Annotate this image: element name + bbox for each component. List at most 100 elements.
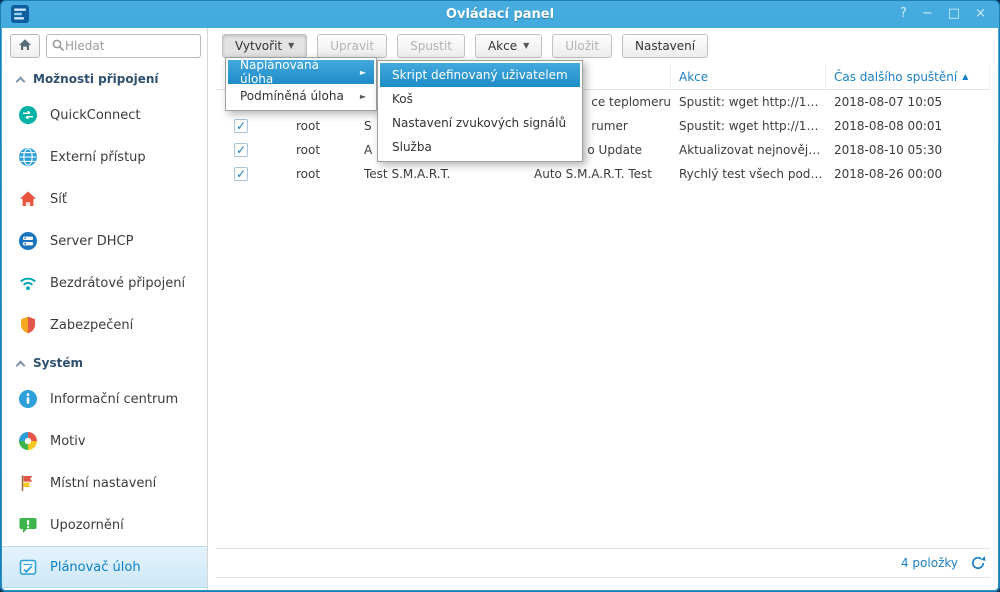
menu-item-naplanovana-uloha[interactable]: Naplánovaná úloha► — [228, 60, 374, 84]
sidebar-section-system[interactable]: Systém — [2, 348, 207, 378]
column-label: Čas dalšího spuštění — [834, 70, 957, 84]
theme-icon — [17, 430, 39, 452]
menu-item-label: Naplánovaná úloha — [240, 58, 350, 86]
button-label: Akce — [488, 39, 517, 53]
menu-item-podminena-uloha[interactable]: Podmíněná úloha► — [228, 84, 374, 108]
sidebar-item-server-dhcp[interactable]: Server DHCP — [2, 220, 207, 262]
control-panel-window: Ovládací panel ?−□ × Možnosti připojení Qu… — [0, 0, 1000, 592]
toolbar-button-vytvorit[interactable]: Vytvořit▼ — [222, 34, 307, 58]
search-box[interactable] — [46, 34, 201, 58]
action-cell: Rychlý test všech podpor... — [671, 162, 826, 186]
network-icon — [17, 188, 39, 210]
quickconnect-icon — [17, 104, 39, 126]
toolbar-button-spustit[interactable]: Spustit — [397, 34, 465, 58]
owner-cell: root — [266, 138, 356, 162]
owner-cell: root — [266, 162, 356, 186]
maximize-button[interactable]: □ — [948, 0, 960, 28]
chevron-up-icon — [16, 76, 26, 86]
sidebar-item-upozorneni[interactable]: Upozornění — [2, 504, 207, 546]
sidebar-item-label: Informační centrum — [50, 392, 178, 407]
search-input[interactable] — [65, 39, 196, 53]
refresh-button[interactable] — [970, 555, 986, 571]
main-panel: Vytvořit▼ Upravit Spustit Akce ▼ Uložit Nastav… — [208, 28, 998, 590]
task-scheduler-icon — [17, 556, 39, 578]
enabled-checkbox[interactable]: ✓ — [234, 119, 248, 133]
sidebar-item-bezdratove-pripojeni[interactable]: Bezdrátové připojení — [2, 262, 207, 304]
toolbar-button-akce[interactable]: Akce ▼ — [475, 34, 542, 58]
regional-options-icon — [17, 472, 39, 494]
sidebar-item-informacni-centrum[interactable]: Informační centrum — [2, 378, 207, 420]
sidebar-item-label: Upozornění — [50, 518, 124, 533]
toolbar-button-ulozit[interactable]: Uložit — [552, 34, 612, 58]
minimize-button[interactable]: − — [922, 0, 933, 28]
sidebar-nav: Možnosti připojení QuickConnect Externí př… — [2, 64, 207, 588]
column-header-cas-dalsiho-spusteni[interactable]: Čas dalšího spuštění ▲ — [826, 64, 990, 89]
wireless-icon — [17, 272, 39, 294]
caret-down-icon: ▼ — [288, 42, 294, 50]
window-controls: ?−□ × — [900, 0, 986, 28]
dhcp-server-icon — [17, 230, 39, 252]
task-name-cell: Test S.M.A.R.T. — [356, 162, 526, 186]
owner-cell: root — [266, 114, 356, 138]
column-header-akce[interactable]: Akce — [671, 64, 826, 89]
close-button[interactable]: × — [975, 0, 986, 28]
help-button[interactable]: ? — [900, 0, 907, 28]
next-run-cell: 2018-08-08 00:01 — [826, 114, 990, 138]
table-row[interactable]: ✓rootTest S.M.A.R.T.Auto S.M.A.R.T. Test… — [216, 162, 990, 186]
check-icon: ✓ — [236, 120, 246, 132]
sidebar-item-sit[interactable]: Síť — [2, 178, 207, 220]
menu-item-label: Nastavení zvukových signálů — [392, 116, 566, 130]
button-label: Nastavení — [635, 39, 695, 53]
action-cell: Spustit: wget http://192... — [671, 114, 826, 138]
window-title: Ovládací panel — [2, 7, 998, 22]
table-row[interactable]: ✓rootA o UpdateAktualizovat nejnovější v… — [216, 138, 990, 162]
action-cell: Spustit: wget http://192... — [671, 90, 826, 114]
sidebar-item-label: Plánovač úloh — [50, 560, 141, 575]
toolbar-button-nastaveni[interactable]: Nastavení — [622, 34, 708, 58]
button-label: Upravit — [330, 39, 374, 53]
enabled-cell: ✓ — [216, 138, 266, 162]
enabled-cell: ✓ — [216, 114, 266, 138]
sidebar-item-label: Server DHCP — [50, 234, 133, 249]
enabled-checkbox[interactable]: ✓ — [234, 143, 248, 157]
sidebar-item-externi-pristup[interactable]: Externí přístup — [2, 136, 207, 178]
sidebar-item-label: Externí přístup — [50, 150, 146, 165]
section-label: Možnosti připojení — [33, 72, 159, 86]
sidebar-item-motiv[interactable]: Motiv — [2, 420, 207, 462]
sort-ascending-icon: ▲ — [962, 72, 968, 81]
menu-item-kos[interactable]: Koš — [380, 87, 580, 111]
toolbar-button-upravit[interactable]: Upravit — [317, 34, 387, 58]
sidebar-item-quickconnect[interactable]: QuickConnect — [2, 94, 207, 136]
action-cell: Aktualizovat nejnovější v... — [671, 138, 826, 162]
submenu-arrow-icon: ► — [350, 68, 366, 77]
sidebar-item-planovac-uloh[interactable]: Plánovač úloh — [2, 546, 207, 588]
next-run-cell: 2018-08-10 05:30 — [826, 138, 990, 162]
create-menu: Naplánovaná úloha►Podmíněná úloha► — [225, 57, 377, 111]
menu-item-skript-definovany-uzivatelem[interactable]: Skript definovaný uživatelem — [380, 63, 580, 87]
table-row[interactable]: ✓rootS rumerSpustit: wget http://192...2… — [216, 114, 990, 138]
sidebar-item-label: Bezdrátové připojení — [50, 276, 185, 291]
item-count: 4 položky — [901, 556, 958, 570]
check-icon: ✓ — [236, 144, 246, 156]
external-access-icon — [17, 146, 39, 168]
menu-item-label: Skript definovaný uživatelem — [392, 68, 568, 82]
sidebar-section-moznosti-pripojeni[interactable]: Možnosti připojení — [2, 64, 207, 94]
section-label: Systém — [33, 356, 83, 370]
sidebar-item-label: Síť — [50, 192, 67, 207]
menu-item-nastaveni-zvukovych-signalu[interactable]: Nastavení zvukových signálů — [380, 111, 580, 135]
search-icon — [51, 38, 65, 55]
menu-item-sluzba[interactable]: Služba — [380, 135, 580, 159]
button-label: Spustit — [410, 39, 452, 53]
sidebar-item-label: Motiv — [50, 434, 86, 449]
list-footer: 4 položky — [216, 548, 990, 578]
home-button[interactable] — [10, 34, 40, 58]
menu-item-label: Koš — [392, 92, 413, 106]
sidebar-item-zabezpeceni[interactable]: Zabezpečení — [2, 304, 207, 346]
sidebar-item-label: Místní nastavení — [50, 476, 156, 491]
sidebar-item-label: Zabezpečení — [50, 318, 133, 333]
app-icon — [11, 5, 29, 23]
sidebar-item-mistni-nastaveni[interactable]: Místní nastavení — [2, 462, 207, 504]
submenu-arrow-icon: ► — [350, 92, 366, 101]
enabled-checkbox[interactable]: ✓ — [234, 167, 248, 181]
caret-down-icon: ▼ — [523, 42, 529, 50]
